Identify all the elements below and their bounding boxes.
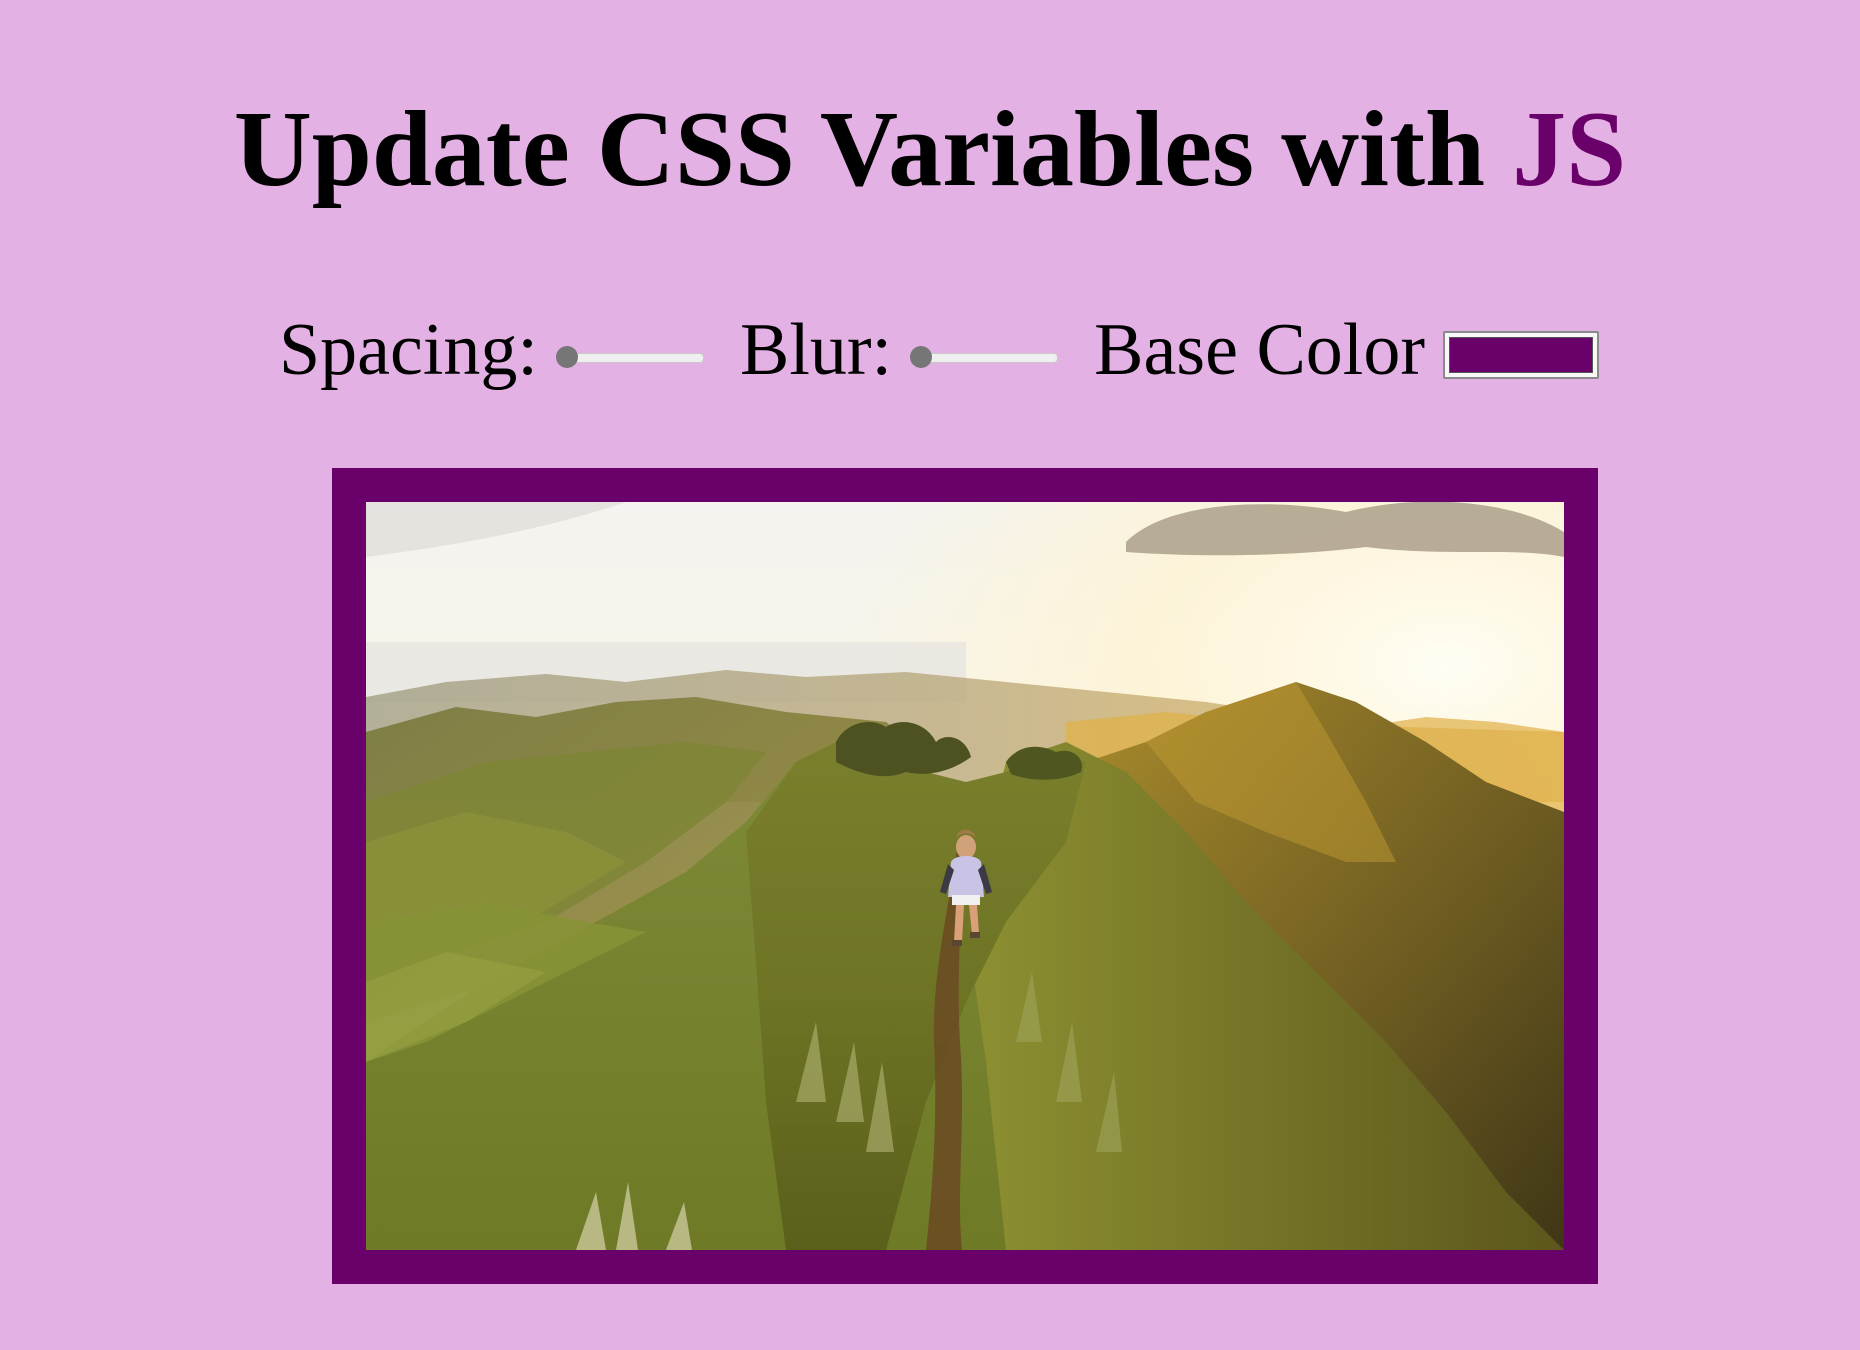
page: Update CSS Variables with JS Spacing: Bl… <box>0 0 1860 1350</box>
spacing-slider[interactable] <box>555 341 704 371</box>
base-color-picker[interactable] <box>1443 331 1599 379</box>
spacing-label: Spacing: <box>279 309 538 391</box>
controls: Spacing: Blur: Base Color <box>0 300 1860 400</box>
blur-label: Blur: <box>739 309 893 391</box>
page-title-highlight: JS <box>1512 90 1627 209</box>
landscape-illustration <box>366 502 1564 1250</box>
blur-slider[interactable] <box>910 341 1059 371</box>
page-title-text: Update CSS Variables with <box>233 90 1513 209</box>
blur-slider-thumb[interactable] <box>910 346 933 368</box>
spacing-slider-thumb[interactable] <box>555 346 578 368</box>
base-color-swatch[interactable] <box>1449 337 1593 373</box>
landscape-image <box>366 502 1564 1250</box>
blur-slider-track[interactable] <box>914 353 1059 363</box>
base-color-label: Base Color <box>1094 309 1425 391</box>
spacing-slider-track[interactable] <box>559 353 704 363</box>
page-title: Update CSS Variables with JS <box>0 80 1860 220</box>
image-frame <box>332 468 1598 1284</box>
